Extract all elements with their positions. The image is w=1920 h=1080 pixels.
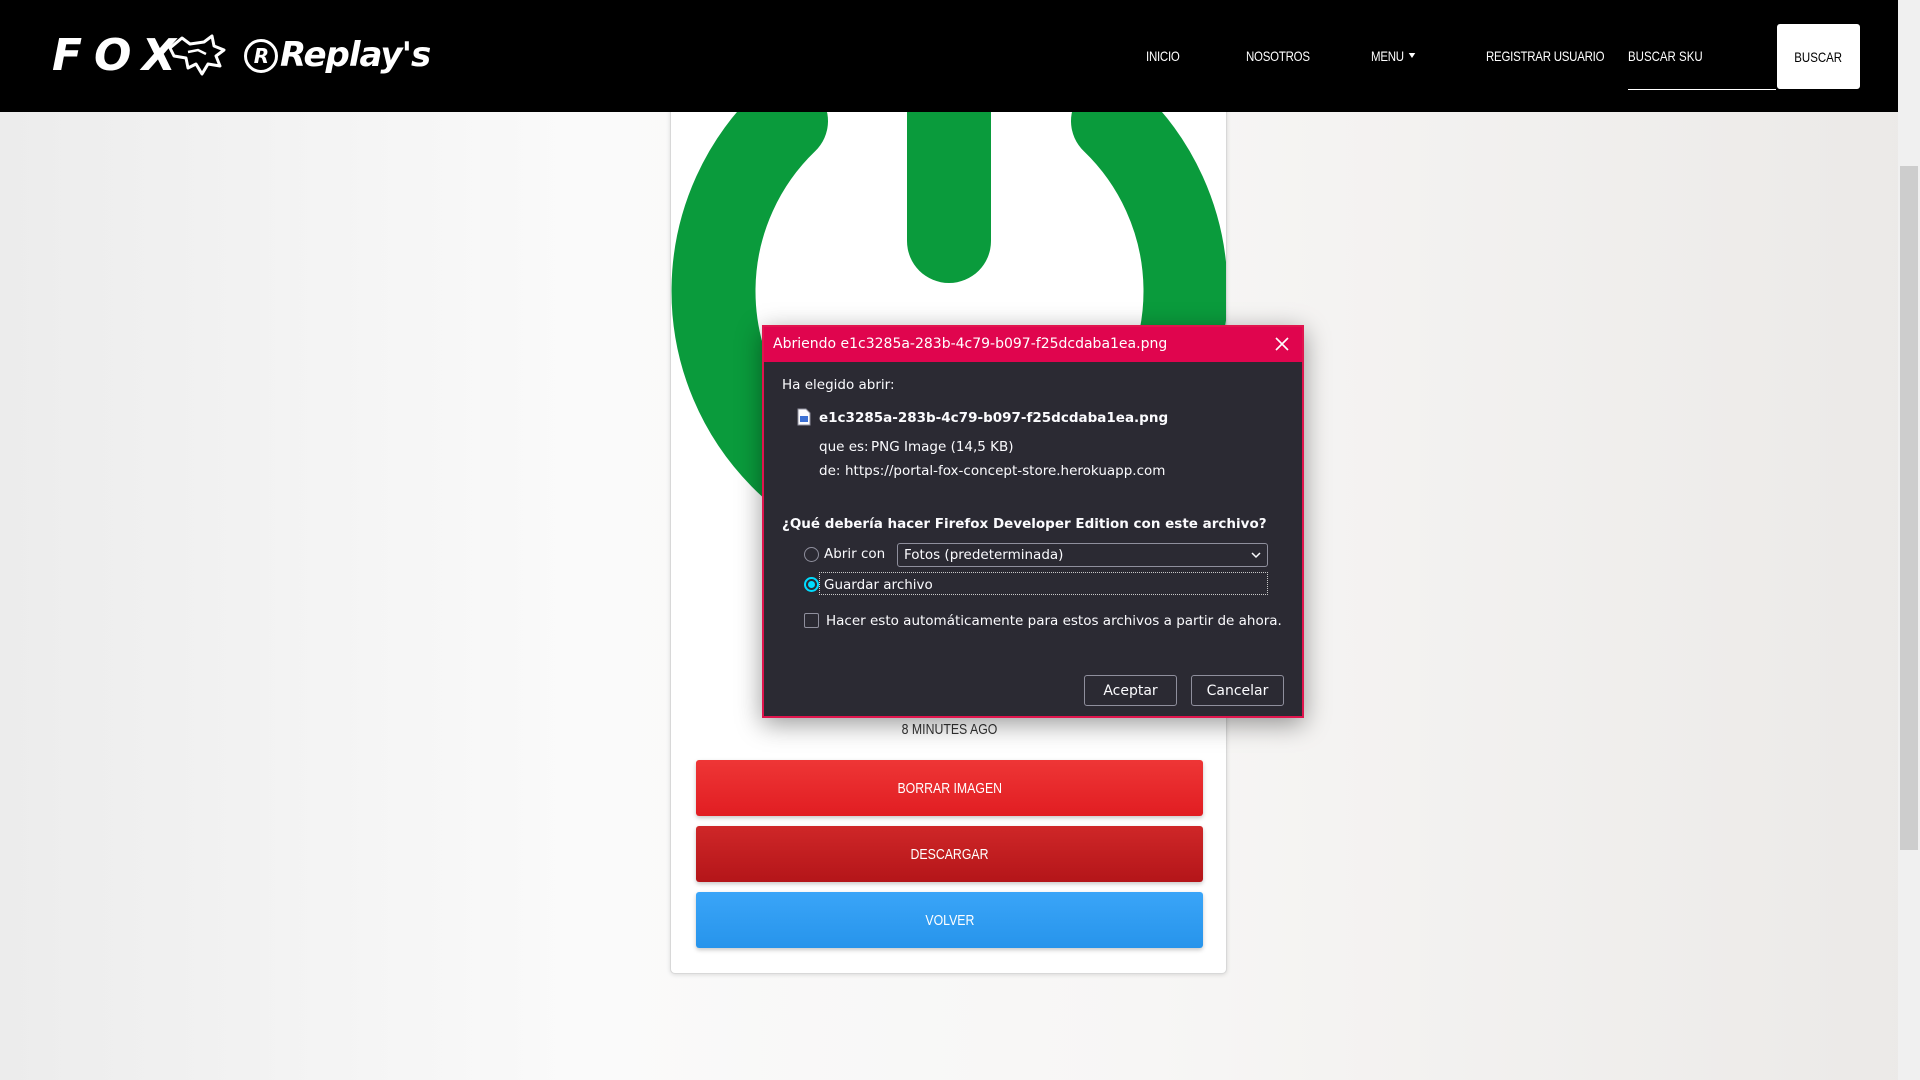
dialog-filename: e1c3285a-283b-4c79-b097-f25dcdaba1ea.png	[819, 410, 1169, 426]
accept-button[interactable]: Aceptar	[1084, 675, 1177, 706]
replays-logo-text: Replay's	[280, 35, 431, 75]
search-button-label: BUSCAR	[1794, 48, 1843, 65]
nav-menu-dropdown[interactable]: MENU	[1371, 44, 1416, 68]
nav-menu-label: MENU	[1371, 48, 1404, 64]
back-button[interactable]: VOLVER	[696, 892, 1203, 948]
open-with-label[interactable]: Abrir con	[824, 546, 885, 562]
replays-r-mark: R	[244, 39, 278, 73]
search-sku-input[interactable]	[1628, 40, 1776, 72]
file-source-label: de:	[819, 463, 841, 479]
nav-inicio[interactable]: INICIO	[1146, 44, 1180, 68]
file-icon	[797, 408, 811, 426]
caret-down-icon	[1408, 53, 1416, 58]
page-scrollbar-thumb[interactable]	[1900, 166, 1918, 850]
delete-image-label: BORRAR IMAGEN	[897, 779, 1002, 797]
save-file-label[interactable]: Guardar archivo	[824, 577, 933, 593]
navbar: FOX R Replay's INICIO NOSOTROS MENU REGIS…	[0, 0, 1898, 112]
close-icon[interactable]	[1270, 332, 1294, 356]
file-source-value: https://portal-fox-concept-store.herokua…	[845, 463, 1166, 479]
file-type-label: que es:	[819, 439, 869, 455]
back-label: VOLVER	[925, 911, 974, 929]
dialog-question: ¿Qué debería hacer Firefox Developer Edi…	[782, 516, 1267, 532]
open-with-radio[interactable]	[804, 547, 819, 562]
download-button[interactable]: DESCARGAR	[696, 826, 1203, 882]
open-with-app-select[interactable]: Fotos (predeterminada)	[897, 543, 1268, 567]
auto-action-label[interactable]: Hacer esto automáticamente para estos ar…	[826, 613, 1282, 629]
dialog-titlebar[interactable]: Abriendo e1c3285a-283b-4c79-b097-f25dcda…	[764, 327, 1302, 362]
replays-logo[interactable]: R Replay's	[244, 30, 431, 80]
dialog-title: Abriendo e1c3285a-283b-4c79-b097-f25dcda…	[773, 336, 1168, 352]
auto-action-checkbox[interactable]	[804, 613, 819, 628]
search-field-wrapper	[1628, 40, 1776, 90]
delete-image-button[interactable]: BORRAR IMAGEN	[696, 760, 1203, 816]
nav-registrar-usuario[interactable]: REGISTRAR USUARIO	[1486, 44, 1605, 68]
dialog-intro: Ha elegido abrir:	[782, 377, 895, 393]
save-file-radio[interactable]	[804, 577, 819, 592]
nav-nosotros[interactable]: NOSOTROS	[1246, 44, 1310, 68]
download-label: DESCARGAR	[910, 845, 989, 863]
open-with-app-value: Fotos (predeterminada)	[904, 547, 1064, 563]
download-dialog: Abriendo e1c3285a-283b-4c79-b097-f25dcda…	[762, 325, 1304, 718]
cancel-button[interactable]: Cancelar	[1191, 675, 1284, 706]
image-timestamp: 8 MINUTES AGO	[901, 721, 998, 738]
search-button[interactable]: BUSCAR	[1777, 24, 1860, 89]
file-type-value: PNG Image (14,5 KB)	[871, 439, 1014, 455]
fox-head-icon	[168, 34, 226, 76]
chevron-down-icon	[1251, 552, 1261, 559]
